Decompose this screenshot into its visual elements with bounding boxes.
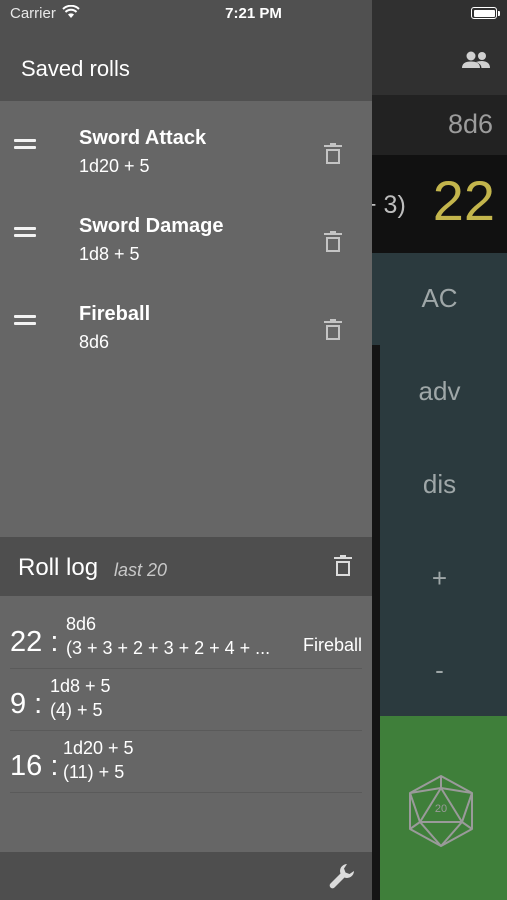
d20-icon: 20 bbox=[409, 775, 473, 847]
roll-log-header: Roll log last 20 bbox=[0, 537, 372, 596]
log-total: 16 : bbox=[10, 750, 59, 782]
saved-roll-item[interactable]: Sword Damage 1d8 + 5 bbox=[0, 198, 372, 278]
d20-label: 20 bbox=[435, 803, 447, 815]
drawer-title: Saved rolls bbox=[21, 56, 130, 81]
clear-log-trash-icon[interactable] bbox=[334, 555, 352, 577]
saved-roll-expression: 8d6 bbox=[79, 332, 110, 352]
saved-roll-name: Sword Attack bbox=[79, 127, 207, 149]
adv-key[interactable]: adv bbox=[372, 376, 507, 407]
trash-icon[interactable] bbox=[324, 143, 342, 165]
drawer-shadow bbox=[372, 345, 380, 900]
roll-button[interactable]: 20 bbox=[372, 716, 507, 900]
ac-key[interactable]: AC bbox=[372, 283, 507, 314]
roll-log-list: 22 : 8d6 (3 + 3 + 2 + 3 + 2 + 4 + ... Fi… bbox=[0, 596, 372, 852]
drag-handle-icon[interactable] bbox=[14, 314, 36, 326]
wrench-icon[interactable] bbox=[328, 862, 356, 890]
roll-log-subtitle: last 20 bbox=[114, 560, 168, 580]
log-breakdown: (3 + 3 + 2 + 3 + 2 + 4 + ... bbox=[66, 638, 271, 658]
saved-roll-name: Fireball bbox=[79, 303, 151, 325]
keypad: AC adv dis + - bbox=[372, 253, 507, 716]
log-breakdown: (11) + 5 bbox=[63, 762, 125, 782]
trash-icon[interactable] bbox=[324, 231, 342, 253]
dis-key[interactable]: dis bbox=[372, 469, 507, 500]
log-entry[interactable]: 22 : 8d6 (3 + 3 + 2 + 3 + 2 + 4 + ... Fi… bbox=[10, 606, 362, 669]
trash-icon[interactable] bbox=[324, 319, 342, 341]
saved-roll-expression: 1d8 + 5 bbox=[79, 244, 140, 264]
saved-roll-name: Sword Damage bbox=[79, 215, 224, 237]
saved-roll-expression: 1d20 + 5 bbox=[79, 156, 150, 176]
battery-tip bbox=[498, 11, 500, 16]
battery-icon bbox=[471, 7, 497, 19]
log-total: 22 : bbox=[10, 626, 59, 658]
log-entry[interactable]: 9 : 1d8 + 5 (4) + 5 bbox=[10, 668, 362, 731]
log-expression: 1d8 + 5 bbox=[50, 676, 111, 696]
saved-roll-item[interactable]: Sword Attack 1d20 + 5 bbox=[0, 110, 372, 190]
group-icon[interactable] bbox=[461, 48, 491, 72]
log-entry[interactable]: 16 : 1d20 + 5 (11) + 5 bbox=[10, 730, 362, 793]
drawer-footer bbox=[0, 852, 372, 900]
minus-key[interactable]: - bbox=[372, 655, 507, 686]
log-expression: 1d20 + 5 bbox=[63, 738, 134, 758]
saved-roll-item[interactable]: Fireball 8d6 bbox=[0, 286, 372, 366]
log-breakdown: (4) + 5 bbox=[50, 700, 103, 720]
log-expression: 8d6 bbox=[66, 614, 97, 634]
saved-rolls-drawer: Saved rolls Sword Attack 1d20 + 5 Sword … bbox=[0, 0, 372, 900]
status-bar: Carrier 7:21 PM bbox=[0, 0, 507, 28]
roll-log-title: Roll log bbox=[18, 554, 99, 581]
log-total: 9 : bbox=[10, 688, 43, 720]
plus-key[interactable]: + bbox=[372, 563, 507, 594]
log-roll-name: Fireball bbox=[302, 635, 362, 655]
drag-handle-icon[interactable] bbox=[14, 138, 36, 150]
clock: 7:21 PM bbox=[225, 5, 282, 22]
saved-rolls-list: Sword Attack 1d20 + 5 Sword Damage 1d8 +… bbox=[0, 101, 372, 537]
result-total: 22 bbox=[432, 169, 495, 232]
expression-text: 8d6 bbox=[447, 109, 493, 139]
drag-handle-icon[interactable] bbox=[14, 226, 36, 238]
